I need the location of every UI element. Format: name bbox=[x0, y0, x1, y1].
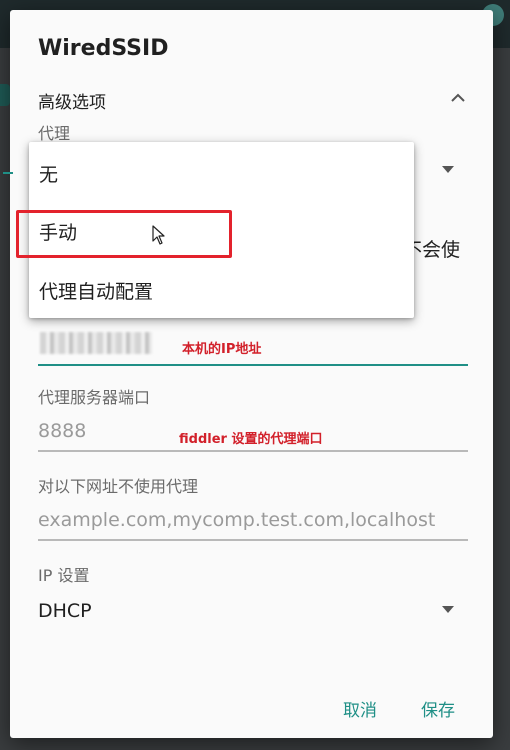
dropdown-arrow-icon bbox=[442, 606, 454, 613]
proxy-port-placeholder: 8888 bbox=[38, 420, 87, 442]
ip-settings-select[interactable]: DHCP bbox=[38, 594, 468, 630]
proxy-port-label: 代理服务器端口 bbox=[38, 388, 151, 407]
background-divider bbox=[3, 172, 13, 174]
wifi-config-dialog: WiredSSID 高级选项 代理 不会使 本机的IP地址 代理服务器端口 88… bbox=[10, 10, 493, 738]
bypass-placeholder: example.com,mycomp.test.com,localhost bbox=[38, 509, 436, 531]
bypass-label: 对以下网址不使用代理 bbox=[38, 477, 199, 496]
cancel-button[interactable]: 取消 bbox=[343, 696, 377, 721]
mouse-cursor-icon bbox=[152, 225, 165, 245]
ip-settings-value: DHCP bbox=[38, 600, 92, 622]
bypass-field[interactable]: example.com,mycomp.test.com,localhost bbox=[38, 503, 468, 541]
ip-annotation: 本机的IP地址 bbox=[182, 342, 262, 357]
menu-item-label: 无 bbox=[39, 164, 59, 186]
menu-item-none[interactable]: 无 bbox=[29, 142, 414, 200]
proxy-label: 代理 bbox=[38, 124, 71, 143]
ip-settings-label: IP 设置 bbox=[38, 566, 90, 585]
chevron-up-icon bbox=[451, 93, 465, 102]
port-annotation: fiddler 设置的代理端口 bbox=[179, 432, 323, 447]
advanced-options-label: 高级选项 bbox=[38, 93, 106, 113]
dropdown-arrow-icon bbox=[442, 166, 454, 173]
dialog-title: WiredSSID bbox=[38, 36, 169, 61]
advanced-options-toggle[interactable]: 高级选项 bbox=[38, 78, 468, 118]
manual-option-highlight bbox=[16, 210, 232, 258]
save-button[interactable]: 保存 bbox=[421, 696, 455, 721]
menu-item-label: 代理自动配置 bbox=[39, 281, 154, 303]
blurred-ip-value bbox=[40, 332, 152, 354]
menu-item-pac[interactable]: 代理自动配置 bbox=[29, 259, 414, 317]
background-icon bbox=[0, 84, 10, 106]
